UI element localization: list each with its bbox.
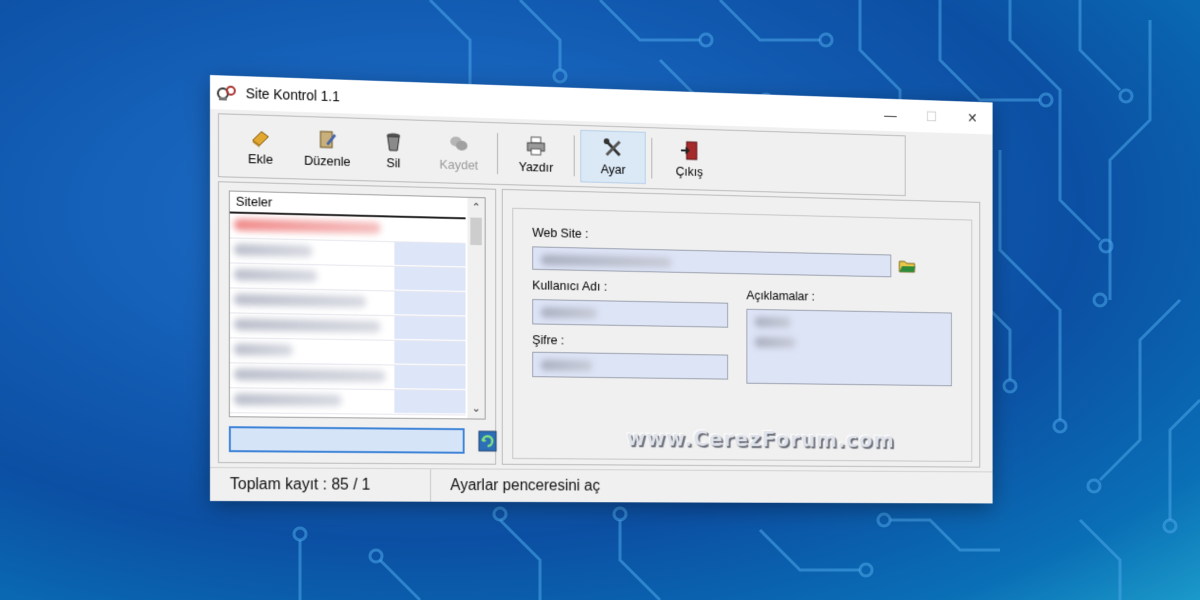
password-label: Şifre : — [532, 332, 565, 348]
add-book-icon — [250, 126, 272, 149]
notes-label: Açıklamalar : — [746, 287, 815, 304]
tools-icon — [603, 137, 624, 159]
save-button[interactable]: Kaydet — [426, 126, 491, 179]
details-group: Web Site : Kullanıcı Adı : Şifre : Açıkl… — [512, 207, 973, 462]
username-label: Kullanıcı Adı : — [532, 277, 608, 294]
details-panel: Web Site : Kullanıcı Adı : Şifre : Açıkl… — [501, 188, 981, 468]
add-button[interactable]: Ekle — [227, 120, 294, 174]
search-input[interactable] — [228, 426, 465, 454]
open-folder-icon[interactable] — [898, 258, 916, 274]
settings-label: Ayar — [600, 161, 626, 177]
exit-icon — [679, 140, 699, 162]
trash-icon — [383, 133, 404, 152]
sites-panel: Siteler ⌃ ⌄ — [217, 181, 497, 465]
password-field[interactable] — [532, 351, 729, 380]
total-records-status: Toplam kayıt : 85 / 1 — [210, 468, 432, 502]
edit-button[interactable]: Düzenle — [294, 122, 360, 176]
list-item[interactable] — [229, 313, 466, 342]
status-message: Ayarlar penceresini aç — [450, 477, 601, 495]
edit-icon — [317, 128, 337, 150]
list-scrollbar[interactable]: ⌃ ⌄ — [467, 197, 485, 419]
print-button[interactable]: Yazdır — [504, 128, 568, 181]
delete-label: Sil — [386, 155, 401, 171]
toolbar-separator — [651, 137, 653, 179]
watermark-text: www.CerezForum.com — [626, 426, 895, 453]
list-item[interactable] — [229, 388, 466, 416]
add-label: Ekle — [248, 151, 273, 167]
minimize-button[interactable]: — — [870, 98, 911, 132]
web-site-label: Web Site : — [532, 224, 589, 241]
refresh-icon[interactable] — [478, 430, 497, 452]
toolbar-separator — [573, 135, 575, 177]
web-site-field[interactable] — [532, 246, 892, 278]
scroll-down-arrow[interactable]: ⌄ — [467, 399, 484, 419]
scroll-thumb[interactable] — [470, 217, 482, 246]
list-item[interactable] — [229, 363, 466, 391]
close-button[interactable]: ✕ — [952, 101, 993, 134]
status-bar: Toplam kayıt : 85 / 1 Ayarlar penceresin… — [210, 467, 993, 504]
edit-label: Düzenle — [303, 152, 351, 169]
exit-button[interactable]: Çıkış — [658, 133, 721, 185]
settings-button[interactable]: Ayar — [580, 129, 646, 185]
save-label: Kaydet — [439, 156, 479, 173]
print-label: Yazdır — [518, 159, 554, 175]
printer-icon — [526, 135, 547, 157]
sites-list[interactable]: Siteler ⌃ ⌄ — [228, 190, 486, 420]
scroll-up-arrow[interactable]: ⌃ — [467, 198, 484, 218]
app-window: Site Kontrol 1.1 — ☐ ✕ Ekle Düzenle Sil … — [210, 75, 993, 504]
username-field[interactable] — [532, 299, 729, 328]
exit-label: Çıkış — [675, 163, 704, 179]
toolbar-separator — [497, 133, 499, 175]
maximize-button[interactable]: ☐ — [911, 100, 952, 134]
save-icon — [450, 136, 468, 151]
list-item[interactable] — [229, 338, 466, 367]
delete-button[interactable]: Sil — [360, 124, 426, 177]
window-controls: — ☐ ✕ — [870, 98, 993, 134]
notes-field[interactable] — [746, 308, 952, 387]
window-title: Site Kontrol 1.1 — [245, 85, 340, 105]
app-logo-icon — [217, 85, 237, 101]
